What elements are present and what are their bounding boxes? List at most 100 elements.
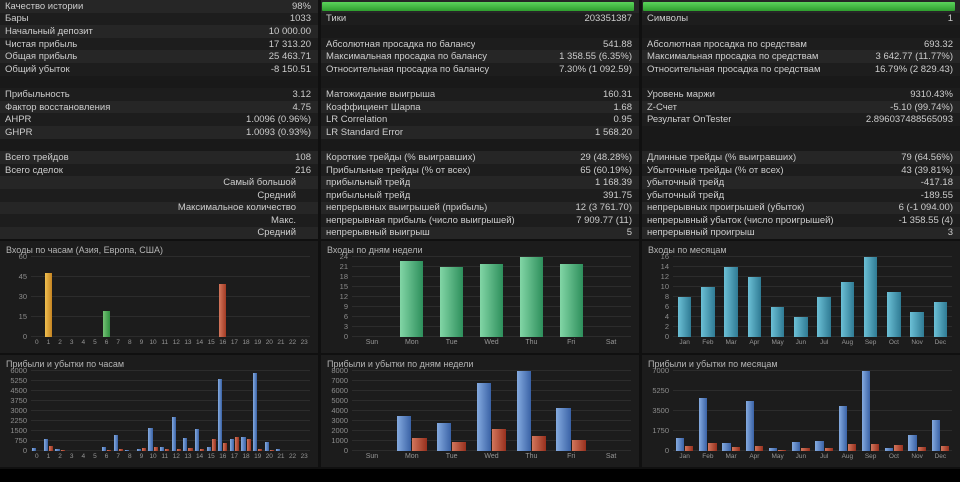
stat-row: Результат OnTester2.896037488565093 — [642, 113, 960, 126]
stat-row: Начальный депозит10 000.00 — [0, 25, 318, 38]
bar-profit-Wed — [477, 383, 491, 451]
stat-label: Всего сделок — [0, 165, 63, 176]
bar-loss-Tue — [452, 442, 466, 452]
x-axis-tick: 7 — [112, 451, 124, 464]
x-axis-tick: Aug — [836, 451, 859, 464]
y-axis-tick: 6 — [665, 302, 669, 311]
stat-value: 1033 — [290, 13, 318, 24]
strategy-tester-backtest-report: { "theme": { "background": "#101010", "r… — [0, 0, 960, 481]
y-axis-tick: 4500 — [10, 386, 27, 395]
bar-entries-Nov — [910, 312, 923, 337]
bar-profit-18 — [241, 437, 245, 451]
stat-label: Прибыльные трейды (% от всех) — [321, 165, 470, 176]
bar-entries-6 — [103, 311, 110, 338]
x-axis-tick: 6 — [101, 337, 113, 350]
bar-slot-Wed — [472, 257, 512, 337]
x-axis-tick: 10 — [147, 451, 159, 464]
stat-row: Чистая прибыль17 313.20 — [0, 38, 318, 51]
x-axis-tick: 11 — [159, 451, 171, 464]
bar-slot-10 — [147, 257, 159, 337]
stat-row: Максимальная просадка по средствам3 642.… — [642, 50, 960, 63]
x-axis-tick: 13 — [182, 337, 194, 350]
bar-slot-Mon — [392, 371, 432, 451]
bar-slot-Jun — [789, 371, 812, 451]
stat-row: прибыльный трейд1 168.39 — [321, 176, 639, 189]
stat-row: Абсолютная просадка по балансу541.88 — [321, 38, 639, 51]
bar-profit-Apr — [746, 401, 754, 451]
x-axis-labels: JanFebMarAprMayJunJulAugSepOctNovDec — [673, 337, 952, 350]
bar-profit-6 — [102, 447, 106, 452]
y-axis-tick: 1750 — [652, 426, 669, 435]
bar-loss-8 — [130, 451, 134, 452]
x-axis-tick: 21 — [275, 337, 287, 350]
bar-slot-Sun — [352, 257, 392, 337]
stat-value: 108 — [295, 152, 318, 163]
y-axis-tick: 10 — [661, 282, 669, 291]
stat-value: 160.31 — [603, 89, 639, 100]
bar-loss-21 — [281, 451, 285, 452]
chart-plot-area: 07501500225030003750450052506000 — [31, 371, 310, 451]
x-axis-tick: 0 — [31, 337, 43, 350]
stat-value: 1 — [948, 13, 960, 24]
x-axis-labels: 01234567891011121314151617181920212223 — [31, 451, 310, 464]
y-axis-tick: 0 — [665, 446, 669, 455]
bar-profit-Dec — [932, 420, 940, 451]
stat-value: 1.0093 (0.93%) — [246, 127, 318, 138]
stat-label: Абсолютная просадка по средствам — [642, 39, 807, 50]
bar-profit-Oct — [885, 448, 893, 451]
bar-loss-1 — [49, 446, 53, 451]
stat-label: прибыльный трейд — [321, 190, 410, 201]
bar-loss-Feb — [708, 443, 716, 451]
y-axis-tick: 750 — [14, 436, 27, 445]
separator-row — [642, 25, 960, 38]
bar-loss-Dec — [941, 446, 949, 451]
x-axis-tick: 2 — [54, 337, 66, 350]
bar-slot-Aug — [836, 371, 859, 451]
x-axis-tick: Fri — [551, 451, 591, 464]
bar-entries-Jul — [817, 297, 830, 337]
bar-slot-16 — [217, 257, 229, 337]
stat-value: 6 (-1 094.00) — [899, 202, 960, 213]
separator-row — [0, 76, 318, 89]
y-axis-tick: 0 — [23, 332, 27, 341]
bar-entries-Tue — [440, 267, 463, 337]
bar-slot-Tue — [432, 257, 472, 337]
bar-slot-22 — [287, 371, 299, 451]
bar-slot-8 — [124, 371, 136, 451]
y-axis-tick: 3500 — [652, 406, 669, 415]
x-axis-tick: 11 — [159, 337, 171, 350]
bar-slot-21 — [275, 257, 287, 337]
x-axis-tick: 1 — [43, 451, 55, 464]
stat-value: 16.79% (2 829.43) — [875, 64, 960, 75]
bar-loss-19 — [258, 449, 262, 452]
bar-slot-4 — [78, 371, 90, 451]
stat-label: Максимальная просадка по средствам — [642, 51, 818, 62]
y-axis-tick: 1000 — [331, 436, 348, 445]
bar-loss-16 — [223, 443, 227, 452]
stat-row: Самый большой — [0, 176, 318, 189]
bar-slot-12 — [171, 371, 183, 451]
x-axis-tick: Apr — [743, 451, 766, 464]
stat-value: 10 000.00 — [269, 26, 318, 37]
bar-slot-6 — [101, 257, 113, 337]
stat-label: Тики — [321, 13, 346, 24]
bar-entries-Feb — [701, 287, 714, 337]
x-axis-tick: 19 — [252, 337, 264, 350]
stat-row: непрерывных выигрышей (прибыль)12 (3 761… — [321, 202, 639, 215]
stat-row: LR Correlation0.95 — [321, 113, 639, 126]
bar-slot-15 — [205, 257, 217, 337]
stat-value: 17 313.20 — [269, 39, 318, 50]
x-axis-tick: Nov — [906, 451, 929, 464]
stat-value: -189.55 — [921, 190, 960, 201]
bar-slot-9 — [136, 371, 148, 451]
bar-profit-Fri — [556, 408, 570, 451]
stat-label: убыточный трейд — [642, 177, 724, 188]
stat-value: 25 463.71 — [269, 51, 318, 62]
bar-slot-15 — [205, 371, 217, 451]
stat-value: 203351387 — [584, 13, 639, 24]
x-axis-tick: Thu — [511, 451, 551, 464]
y-axis-tick: 0 — [23, 446, 27, 455]
bars — [31, 371, 310, 451]
y-axis-tick: 12 — [661, 272, 669, 281]
stats-column-3: Символы1Абсолютная просадка по средствам… — [642, 0, 960, 239]
